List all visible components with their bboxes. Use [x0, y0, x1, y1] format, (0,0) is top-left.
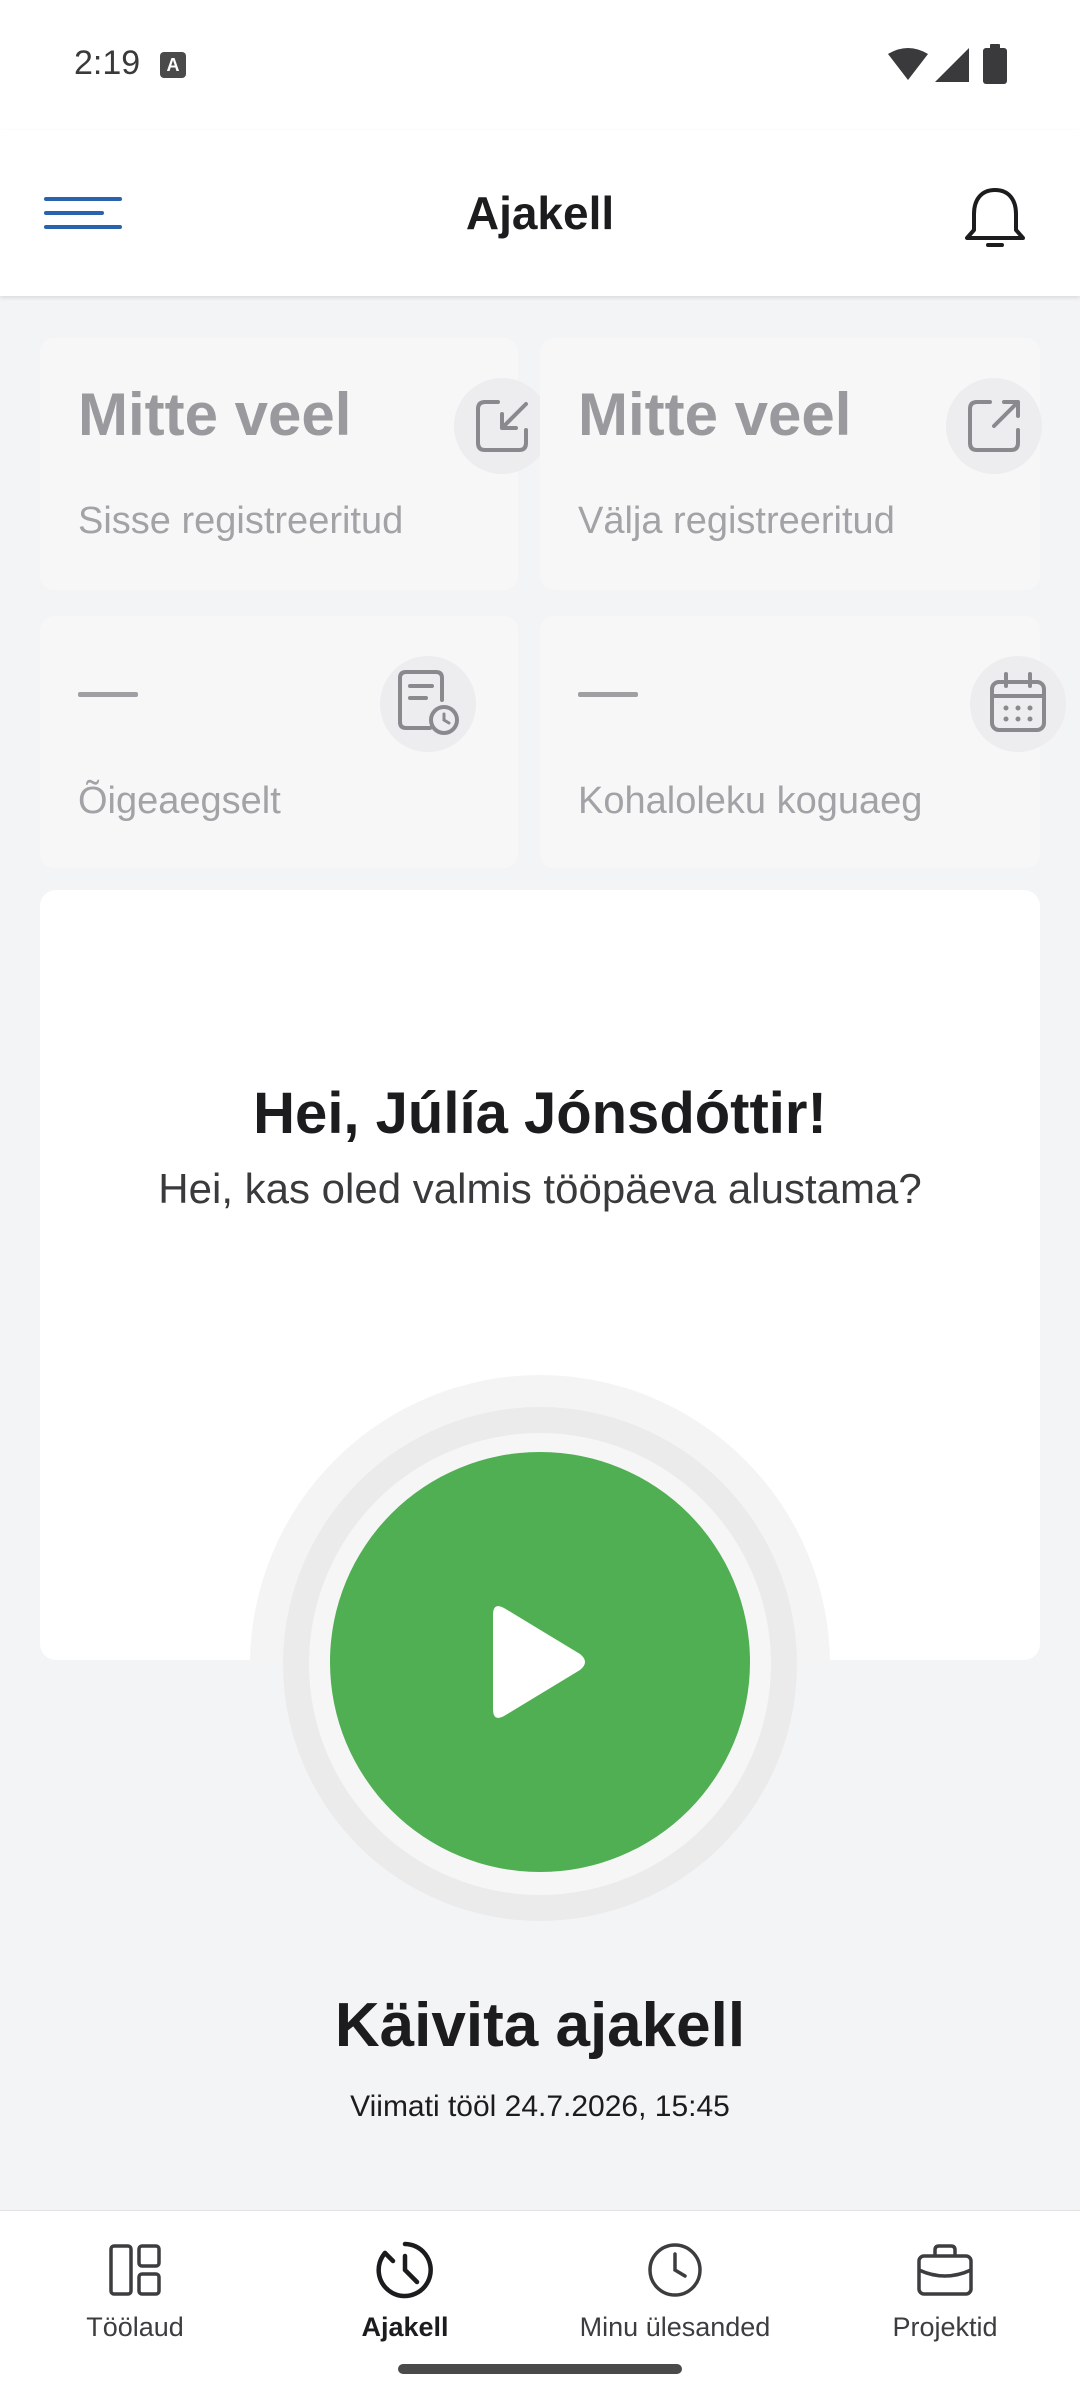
on-time-label: Õigeaegselt: [78, 780, 281, 822]
on-time-icon-badge: [380, 656, 476, 752]
greeting-subtitle: Hei, kas oled valmis tööpäeva alustama?: [158, 1165, 922, 1212]
check-in-value: Mitte veel: [78, 381, 352, 448]
hamburger-icon: [44, 197, 122, 229]
document-clock-icon: [398, 670, 459, 735]
total-presence-card: [540, 616, 1040, 868]
play-icon: [493, 1606, 585, 1718]
check-in-label: Sisse registreeritud: [78, 500, 404, 542]
briefcase-icon: [917, 2244, 973, 2296]
check-out-value: Mitte veel: [578, 381, 852, 448]
nav-label-my-tasks: Minu ülesanded: [579, 2312, 771, 2342]
bell-icon: [965, 188, 1025, 247]
last-at-work: Viimati tööl 24.7.2026, 15:45: [350, 2090, 730, 2123]
accessibility-notification-icon: A: [160, 52, 186, 78]
check-out-icon-badge: [946, 378, 1042, 474]
check-in-card: [40, 338, 518, 590]
nav-item-dashboard[interactable]: Töölaud: [0, 2240, 270, 2380]
start-clock-button[interactable]: [330, 1452, 750, 1872]
calendar-icon: [990, 672, 1046, 732]
cellular-signal-icon: [935, 48, 969, 82]
home-indicator[interactable]: [398, 2364, 682, 2374]
clock-icon: [648, 2243, 702, 2297]
total-presence-value: [578, 692, 638, 697]
start-clock-label: Käivita ajakell: [334, 1991, 746, 2060]
arrow-down-left-icon: [476, 400, 528, 452]
check-out-label: Välja registreeritud: [578, 500, 895, 542]
battery-icon: [983, 44, 1007, 84]
wifi-icon: [888, 48, 928, 80]
nav-label-projects: Projektid: [892, 2312, 998, 2342]
notifications-button[interactable]: [955, 180, 1035, 260]
nav-label-dashboard: Töölaud: [86, 2312, 184, 2342]
nav-item-projects[interactable]: Projektid: [810, 2240, 1080, 2380]
nav-item-my-tasks[interactable]: Minu ülesanded: [540, 2240, 810, 2380]
total-presence-icon-badge: [970, 656, 1066, 752]
nav-item-clock[interactable]: Ajakell: [270, 2240, 540, 2380]
total-presence-label: Kohaloleku koguaeg: [578, 780, 923, 822]
clock-icon: [376, 2241, 433, 2299]
dashboard-icon: [109, 2244, 161, 2296]
check-in-icon-badge: [454, 378, 550, 474]
status-time: 2:19: [74, 44, 141, 82]
on-time-value: [78, 692, 138, 697]
menu-button[interactable]: [40, 190, 130, 240]
nav-label-clock: Ajakell: [361, 2312, 449, 2342]
page-title: Ajakell: [465, 187, 615, 239]
greeting-title: Hei, Júlía Jónsdóttir!: [253, 1081, 827, 1146]
external-link-icon: [968, 400, 1020, 452]
